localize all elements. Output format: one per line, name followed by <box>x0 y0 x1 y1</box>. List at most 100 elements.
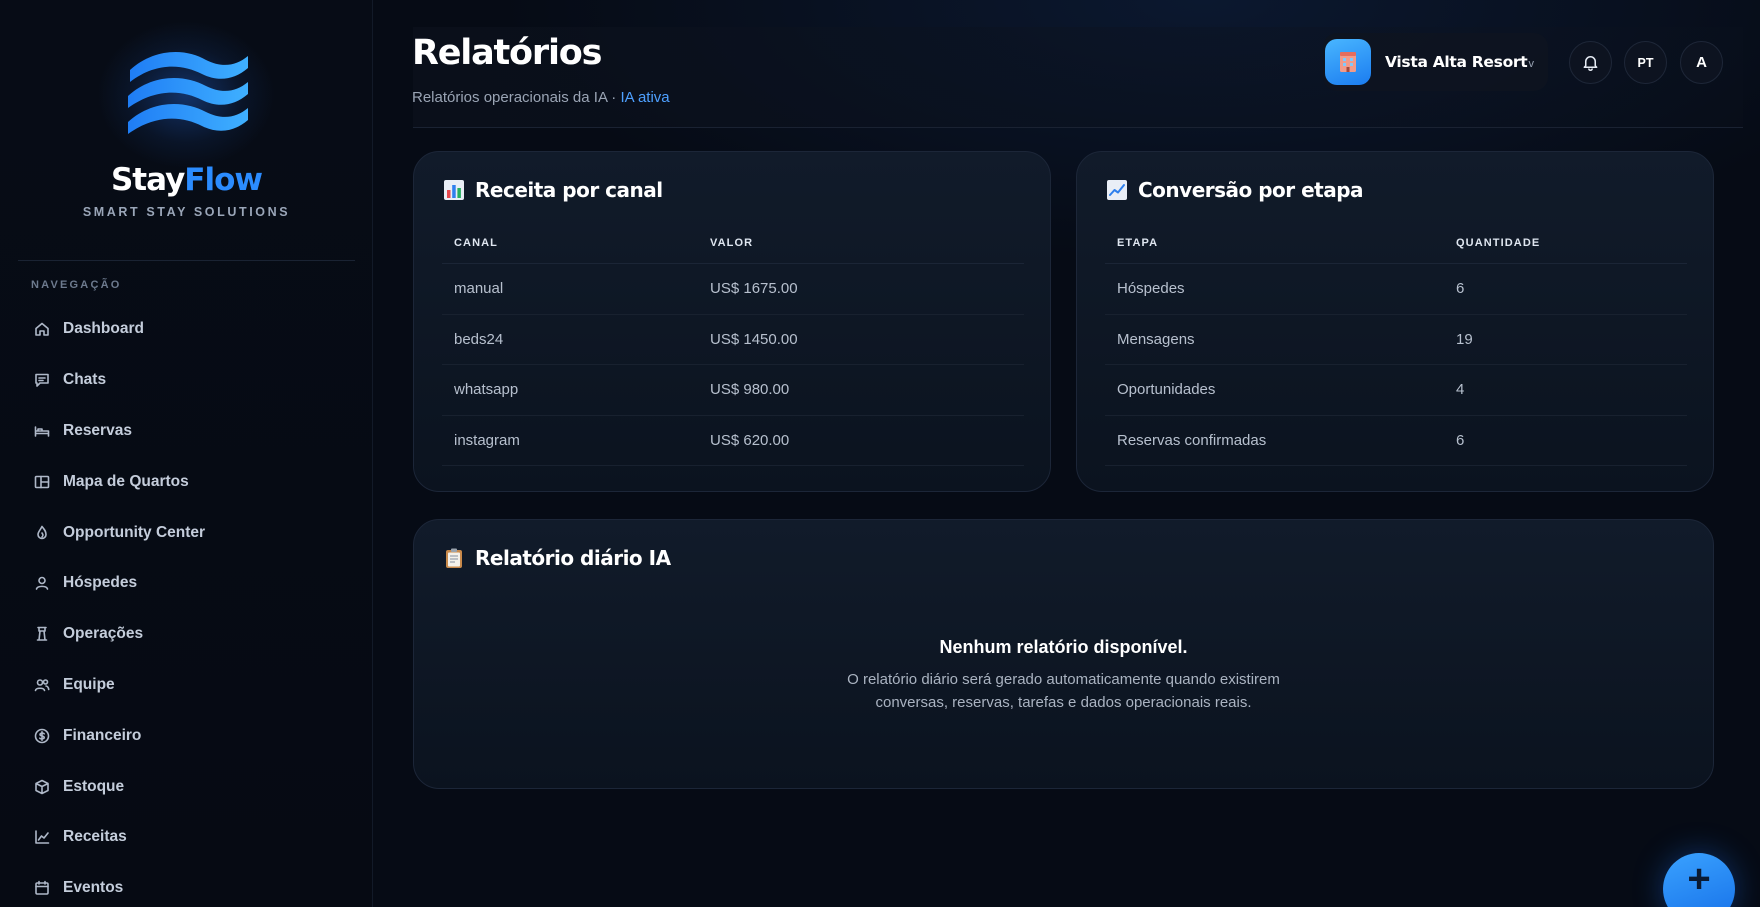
table-row: whatsapp US$ 980.00 <box>442 365 1024 416</box>
stage-cell: Mensagens <box>1117 330 1195 348</box>
value-cell: US$ 620.00 <box>710 431 790 449</box>
conversion-table: ETAPA QUANTIDADE Hóspedes 6 Mensagens 19… <box>1105 222 1687 466</box>
sidebar-item-estoque[interactable]: Estoque <box>0 761 373 812</box>
home-icon <box>33 320 51 338</box>
stage-cell: Hóspedes <box>1117 280 1185 298</box>
brand: StayFlow SMART STAY SOLUTIONS <box>0 0 373 260</box>
layout-icon <box>33 473 51 491</box>
column-header-quantidade: QUANTIDADE <box>1456 236 1541 249</box>
hotel-switcher[interactable]: Vista Alta Resort v <box>1323 33 1548 91</box>
hotel-name: Vista Alta Resort <box>1385 53 1528 71</box>
page-subtitle: Relatórios operacionais da IA · IA ativa <box>412 89 670 106</box>
conversion-by-stage-card: Conversão por etapa ETAPA QUANTIDADE Hós… <box>1076 151 1714 492</box>
dollar-icon <box>33 727 51 745</box>
bed-icon <box>33 422 51 440</box>
sidebar-item-financeiro[interactable]: Financeiro <box>0 710 373 761</box>
user-avatar-button[interactable]: A <box>1680 41 1723 84</box>
quantity-cell: 4 <box>1456 381 1465 399</box>
sidebar-item-label: Opportunity Center <box>63 523 206 541</box>
sidebar-divider <box>18 260 355 261</box>
sidebar-item-operacoes[interactable]: Operações <box>0 609 373 660</box>
revenue-table: CANAL VALOR manual US$ 1675.00 beds24 US… <box>442 222 1024 466</box>
empty-state-title: Nenhum relatório disponível. <box>939 637 1188 657</box>
calendar-icon <box>33 879 51 897</box>
table-row: Oportunidades 4 <box>1105 365 1687 416</box>
sidebar-item-label: Estoque <box>63 777 125 795</box>
main-content: Relatórios Relatórios operacionais da IA… <box>373 0 1760 907</box>
table-header: ETAPA QUANTIDADE <box>1105 222 1687 264</box>
header-divider <box>413 127 1743 128</box>
sidebar-item-equipe[interactable]: Equipe <box>0 660 373 711</box>
clipboard-icon <box>443 547 465 569</box>
table-row: manual US$ 1675.00 <box>442 264 1024 315</box>
revenue-by-channel-card: Receita por canal CANAL VALOR manual US$… <box>413 151 1051 492</box>
channel-cell: whatsapp <box>454 381 519 399</box>
users-icon <box>33 676 51 694</box>
channel-cell: instagram <box>454 431 520 449</box>
quantity-cell: 6 <box>1456 431 1465 449</box>
sidebar-nav: Dashboard Chats Reservas Mapa de Quartos… <box>0 304 373 907</box>
add-button[interactable]: + <box>1663 853 1735 907</box>
language-button[interactable]: PT <box>1624 41 1667 84</box>
daily-ai-report-card: Relatório diário IA Nenhum relatório dis… <box>413 519 1714 789</box>
sidebar-item-label: Equipe <box>63 675 115 693</box>
trend-chart-icon <box>1106 179 1128 201</box>
card-title: Receita por canal <box>443 178 663 202</box>
chart-line-icon <box>33 828 51 846</box>
wave-logo-icon <box>128 51 248 134</box>
quantity-cell: 19 <box>1456 330 1473 348</box>
sidebar-item-eventos[interactable]: Eventos <box>0 863 373 907</box>
sidebar-item-label: Reservas <box>63 421 132 439</box>
column-header-etapa: ETAPA <box>1117 236 1159 249</box>
hotel-icon <box>1325 39 1371 85</box>
table-row: beds24 US$ 1450.00 <box>442 315 1024 365</box>
value-cell: US$ 980.00 <box>710 381 790 399</box>
flame-icon <box>33 524 51 542</box>
brand-tagline: SMART STAY SOLUTIONS <box>82 205 291 219</box>
sidebar-item-label: Eventos <box>63 879 124 897</box>
sidebar-item-reservas[interactable]: Reservas <box>0 406 373 457</box>
sidebar-item-mapa-de-quartos[interactable]: Mapa de Quartos <box>0 456 373 507</box>
notifications-button[interactable] <box>1569 41 1612 84</box>
column-header-canal: CANAL <box>454 236 498 249</box>
sidebar-item-label: Operações <box>63 625 144 643</box>
page-title: Relatórios <box>412 33 602 73</box>
sidebar-item-receitas[interactable]: Receitas <box>0 812 373 863</box>
sidebar: StayFlow SMART STAY SOLUTIONS NAVEGAÇÃO … <box>0 0 373 907</box>
sidebar-item-label: Mapa de Quartos <box>63 472 189 490</box>
nav-section-label: NAVEGAÇÃO <box>31 279 122 291</box>
value-cell: US$ 1450.00 <box>710 330 798 348</box>
sidebar-item-label: Hóspedes <box>63 574 138 592</box>
channel-cell: beds24 <box>454 330 504 348</box>
sidebar-item-chats[interactable]: Chats <box>0 355 373 406</box>
bar-chart-icon <box>443 179 465 201</box>
empty-state-description: O relatório diário será gerado automatic… <box>847 671 1280 711</box>
brand-name: StayFlow <box>110 162 263 198</box>
value-cell: US$ 1675.00 <box>710 280 798 298</box>
card-title: Conversão por etapa <box>1106 178 1364 202</box>
chevron-down-icon: v <box>1528 58 1535 70</box>
sidebar-item-hospedes[interactable]: Hóspedes <box>0 558 373 609</box>
table-header: CANAL VALOR <box>442 222 1024 264</box>
bell-icon <box>1583 56 1598 72</box>
column-header-valor: VALOR <box>710 236 754 249</box>
sidebar-item-opportunity-center[interactable]: Opportunity Center <box>0 507 373 558</box>
sidebar-item-dashboard[interactable]: Dashboard <box>0 304 373 355</box>
table-row: Hóspedes 6 <box>1105 264 1687 315</box>
table-row: Mensagens 19 <box>1105 315 1687 365</box>
sidebar-item-label: Dashboard <box>63 320 144 338</box>
card-title: Relatório diário IA <box>443 546 671 570</box>
stage-cell: Oportunidades <box>1117 381 1216 399</box>
box-icon <box>33 778 51 796</box>
table-row: instagram US$ 620.00 <box>442 416 1024 466</box>
table-row: Reservas confirmadas 6 <box>1105 416 1687 466</box>
channel-cell: manual <box>454 280 504 298</box>
user-icon <box>33 574 51 592</box>
chat-icon <box>33 371 51 389</box>
ai-status: IA ativa <box>620 89 670 106</box>
sidebar-item-label: Receitas <box>63 828 127 846</box>
tower-icon <box>33 625 51 643</box>
quantity-cell: 6 <box>1456 280 1465 298</box>
stage-cell: Reservas confirmadas <box>1117 431 1267 449</box>
sidebar-item-label: Financeiro <box>63 726 142 744</box>
